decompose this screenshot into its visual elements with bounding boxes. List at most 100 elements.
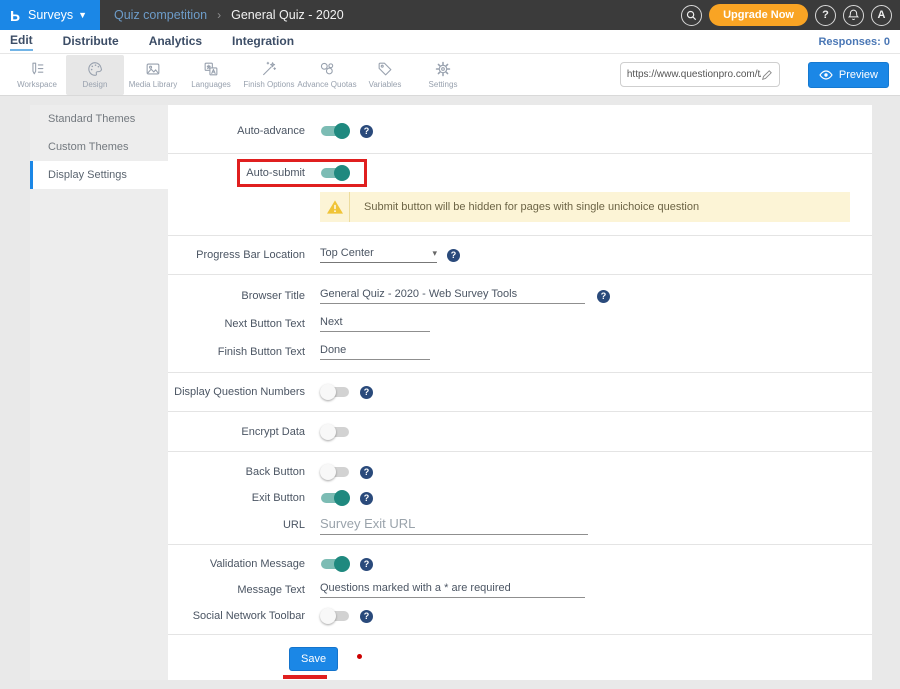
exit-button-toggle[interactable] [320, 491, 350, 505]
progress-bar-location-value: Top Center [320, 247, 374, 259]
design-palette-icon [86, 60, 104, 78]
app-logo-block[interactable]: P Surveys ▼ [0, 0, 100, 30]
divider [168, 153, 872, 154]
auto-advance-label: Auto-advance [168, 125, 305, 137]
edit-url-pencil-icon[interactable] [761, 69, 773, 81]
top-bar: P Surveys ▼ Quiz competition › General Q… [0, 0, 900, 30]
exit-url-row: URL Survey Exit URL [168, 511, 872, 539]
next-button-text-input[interactable]: Next [320, 316, 430, 332]
back-button-help-icon[interactable]: ? [360, 466, 373, 479]
red-annotation-box: Auto-submit [237, 159, 367, 187]
tab-analytics[interactable]: Analytics [149, 34, 202, 50]
account-avatar[interactable]: A [871, 5, 892, 26]
breadcrumb-current: General Quiz - 2020 [231, 8, 344, 22]
finish-button-text-row: Finish Button Text Done [168, 338, 872, 366]
breadcrumb-parent[interactable]: Quiz competition [114, 8, 207, 22]
toolbar-right: https://www.questionpro.com/t/APNrFZ Pre… [620, 62, 900, 88]
back-button-row: Back Button ? [168, 459, 872, 485]
survey-nav: Edit Distribute Analytics Integration Re… [0, 30, 900, 54]
exit-url-input[interactable]: Survey Exit URL [320, 516, 588, 535]
display-question-numbers-help-icon[interactable]: ? [360, 386, 373, 399]
help-button[interactable]: ? [815, 5, 836, 26]
notifications-button[interactable] [843, 5, 864, 26]
upgrade-now-button[interactable]: Upgrade Now [709, 4, 808, 26]
preview-button[interactable]: Preview [808, 62, 889, 88]
exit-button-row: Exit Button ? [168, 485, 872, 511]
sidebar-item-standard-themes[interactable]: Standard Themes [30, 105, 168, 133]
tool-finish-options[interactable]: Finish Options [240, 55, 298, 95]
chevron-down-icon: ▾ [432, 248, 437, 259]
finish-button-text-label: Finish Button Text [168, 346, 305, 358]
save-button[interactable]: Save [289, 647, 338, 671]
preview-label: Preview [839, 69, 878, 81]
finish-options-wand-icon [260, 60, 278, 78]
auto-submit-toggle[interactable] [320, 166, 350, 180]
tool-variables[interactable]: Variables [356, 55, 414, 95]
red-annotation-underline [283, 675, 327, 679]
display-question-numbers-label: Display Question Numbers [168, 386, 305, 398]
exit-url-label: URL [168, 519, 305, 531]
search-button[interactable] [681, 5, 702, 26]
auto-advance-help-icon[interactable]: ? [360, 125, 373, 138]
encrypt-data-toggle[interactable] [320, 425, 350, 439]
settings-gear-icon [434, 60, 452, 78]
message-text-input[interactable]: Questions marked with a * are required [320, 582, 585, 598]
progress-bar-location-select[interactable]: Top Center ▾ [320, 247, 437, 263]
tool-languages[interactable]: Languages [182, 55, 240, 95]
browser-title-help-icon[interactable]: ? [597, 290, 610, 303]
exit-button-label: Exit Button [168, 492, 305, 504]
next-button-text-label: Next Button Text [168, 318, 305, 330]
tool-settings[interactable]: Settings [414, 55, 472, 95]
tool-label: Finish Options [243, 80, 294, 89]
divider [168, 544, 872, 545]
back-button-toggle[interactable] [320, 465, 350, 479]
progress-bar-location-row: Progress Bar Location Top Center ▾ ? [168, 241, 872, 269]
browser-title-input[interactable]: General Quiz - 2020 - Web Survey Tools [320, 288, 585, 304]
responses-count[interactable]: Responses: 0 [818, 36, 890, 48]
survey-url-text: https://www.questionpro.com/t/APNrFZ [627, 69, 761, 80]
surveys-menu[interactable]: Surveys ▼ [28, 8, 87, 22]
display-question-numbers-toggle[interactable] [320, 385, 350, 399]
validation-message-help-icon[interactable]: ? [360, 558, 373, 571]
validation-message-row: Validation Message ? [168, 551, 872, 577]
tool-advance-quotas[interactable]: Advance Quotas [298, 55, 356, 95]
tool-label: Design [83, 80, 108, 89]
languages-icon [202, 60, 220, 78]
tab-integration[interactable]: Integration [232, 34, 294, 50]
auto-advance-toggle[interactable] [320, 124, 350, 138]
finish-button-text-input[interactable]: Done [320, 344, 430, 360]
validation-message-label: Validation Message [168, 558, 305, 570]
tool-media-library[interactable]: Media Library [124, 55, 182, 95]
validation-message-toggle[interactable] [320, 557, 350, 571]
tab-edit[interactable]: Edit [10, 33, 33, 51]
tool-design[interactable]: Design [66, 55, 124, 95]
tool-label: Settings [429, 80, 458, 89]
survey-url-field[interactable]: https://www.questionpro.com/t/APNrFZ [620, 62, 780, 87]
save-row: Save [168, 647, 872, 679]
next-button-text-row: Next Button Text Next [168, 310, 872, 338]
eye-icon [819, 70, 833, 80]
surveys-menu-label: Surveys [28, 8, 73, 22]
encrypt-data-row: Encrypt Data [168, 418, 872, 446]
breadcrumb-separator-icon: › [217, 8, 221, 22]
warning-triangle-icon [326, 199, 344, 215]
exit-button-help-icon[interactable]: ? [360, 492, 373, 505]
social-network-toolbar-toggle[interactable] [320, 609, 350, 623]
tool-label: Workspace [17, 80, 57, 89]
design-sidebar: Standard Themes Custom Themes Display Se… [30, 105, 168, 680]
progress-bar-help-icon[interactable]: ? [447, 249, 460, 262]
social-network-toolbar-help-icon[interactable]: ? [360, 610, 373, 623]
divider [168, 634, 872, 635]
social-network-toolbar-row: Social Network Toolbar ? [168, 603, 872, 629]
divider [168, 274, 872, 275]
sidebar-item-display-settings[interactable]: Display Settings [30, 161, 168, 189]
bell-icon [848, 9, 859, 21]
progress-bar-location-label: Progress Bar Location [168, 249, 305, 261]
topbar-actions: Upgrade Now ? A [681, 4, 900, 26]
sidebar-item-custom-themes[interactable]: Custom Themes [30, 133, 168, 161]
workspace-icon [28, 60, 46, 78]
tool-label: Media Library [129, 80, 177, 89]
tab-distribute[interactable]: Distribute [63, 34, 119, 50]
chevron-down-icon: ▼ [78, 10, 87, 20]
tool-workspace[interactable]: Workspace [8, 55, 66, 95]
